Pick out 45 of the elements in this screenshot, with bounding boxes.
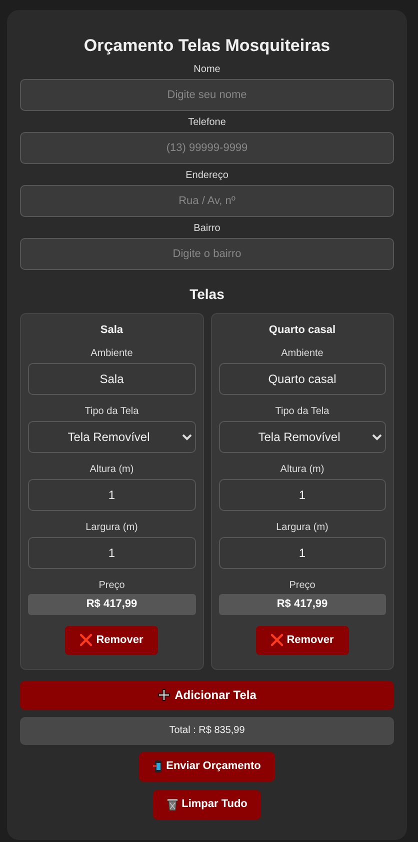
chevron-down-icon bbox=[182, 434, 192, 440]
clear-all-button[interactable]: Limpar Tudo bbox=[152, 790, 262, 820]
input-field[interactable]: Quarto casal bbox=[218, 362, 386, 394]
cross-icon bbox=[270, 634, 283, 646]
field-label: Preço bbox=[288, 578, 316, 592]
field-label: Endereço bbox=[184, 169, 230, 183]
input-field[interactable]: Sala bbox=[28, 362, 196, 394]
field-label: Altura (m) bbox=[88, 462, 135, 476]
page-title: Orçamento Telas Mosquiteiras bbox=[82, 36, 332, 56]
price-display: R$ 417,99 bbox=[28, 594, 196, 614]
chevron-down-icon bbox=[372, 434, 382, 440]
field-label: Ambiente bbox=[90, 346, 134, 360]
text-field[interactable]: Digite o bairro bbox=[20, 238, 394, 270]
field-label: Preço bbox=[98, 578, 126, 592]
field-label: Largura (m) bbox=[84, 520, 139, 534]
total-display: Total : R$ 835,99 bbox=[20, 716, 394, 744]
trash-icon bbox=[166, 798, 178, 811]
field-label: Largura (m) bbox=[275, 520, 330, 534]
field-label: Telefone bbox=[187, 116, 227, 130]
input-field[interactable]: 1 bbox=[218, 536, 386, 568]
field-label: Tipo da Tela bbox=[274, 404, 330, 418]
text-field[interactable]: Digite seu nome bbox=[20, 79, 394, 111]
remove-button[interactable]: Remover bbox=[256, 626, 349, 654]
price-display: R$ 417,99 bbox=[218, 594, 386, 614]
input-field[interactable]: 1 bbox=[28, 478, 196, 510]
send-quote-button[interactable]: Enviar Orçamento bbox=[139, 752, 275, 782]
text-field[interactable]: Rua / Av, nº bbox=[20, 185, 394, 217]
phone-icon bbox=[153, 760, 162, 773]
screen-title: Quarto casal bbox=[268, 323, 337, 338]
input-field[interactable]: 1 bbox=[28, 536, 196, 568]
field-label: Altura (m) bbox=[279, 462, 326, 476]
select-field[interactable]: Tela Removível bbox=[28, 420, 196, 452]
field-label: Tipo da Tela bbox=[84, 404, 140, 418]
remove-button[interactable]: Remover bbox=[65, 626, 158, 654]
add-screen-button[interactable]: Adicionar Tela bbox=[20, 680, 394, 710]
field-label: Nome bbox=[192, 63, 222, 77]
select-field[interactable]: Tela Removível bbox=[218, 420, 386, 452]
plus-icon bbox=[158, 689, 170, 701]
screen-title: Sala bbox=[99, 323, 124, 338]
field-label: Bairro bbox=[192, 222, 222, 236]
input-field[interactable]: 1 bbox=[218, 478, 386, 510]
text-field[interactable]: (13) 99999-9999 bbox=[20, 132, 394, 164]
field-label: Ambiente bbox=[280, 346, 324, 360]
section-heading: Telas bbox=[188, 285, 226, 304]
cross-icon bbox=[80, 634, 92, 646]
